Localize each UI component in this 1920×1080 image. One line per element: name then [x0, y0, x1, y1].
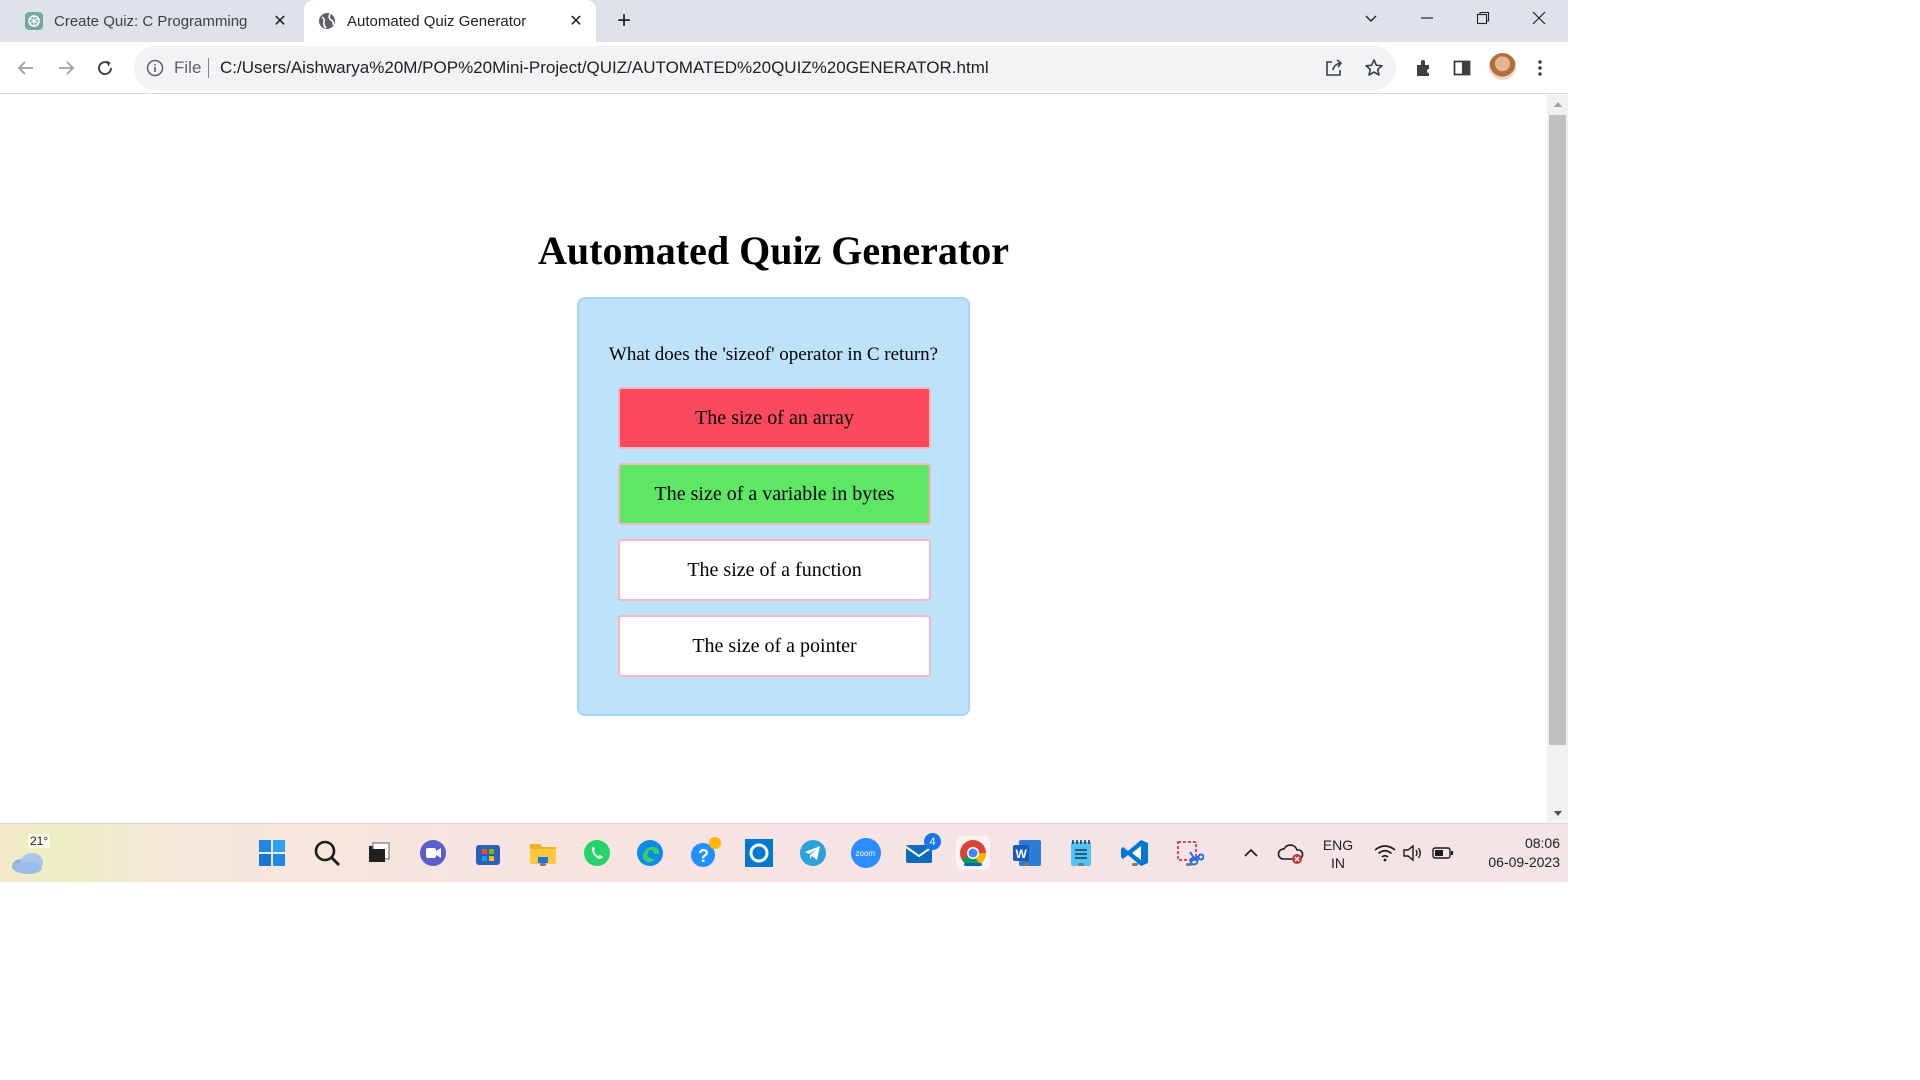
tab-title: Automated Quiz Generator [347, 12, 527, 30]
weather-widget[interactable]: 21° [8, 832, 58, 876]
option-button-3[interactable]: The size of a function [618, 539, 931, 601]
chrome-icon[interactable] [956, 836, 990, 870]
profile-avatar[interactable] [1489, 53, 1516, 80]
word-icon[interactable]: W [1010, 836, 1044, 870]
vertical-scrollbar[interactable] [1547, 95, 1568, 823]
system-clock[interactable]: 08:06 06-09-2023 [1462, 834, 1560, 872]
page-content: Automated Quiz Generator What does the '… [0, 95, 1547, 823]
teams-chat-icon[interactable] [416, 836, 450, 870]
extensions-icon[interactable] [1409, 54, 1437, 82]
search-icon[interactable] [310, 836, 344, 870]
running-indicator [1024, 863, 1030, 866]
new-tab-button[interactable]: + [610, 7, 638, 35]
address-bar[interactable]: File C:/Users/Aishwarya%20M/POP%20Mini-P… [134, 46, 1396, 90]
restore-icon[interactable] [1455, 0, 1511, 36]
running-indicator [540, 863, 546, 866]
start-icon[interactable] [255, 836, 289, 870]
cortana-icon[interactable] [742, 836, 776, 870]
onedrive-error-icon[interactable] [1274, 836, 1308, 870]
option-button-1[interactable]: The size of an array [618, 387, 931, 449]
zoom-icon[interactable]: zoom [849, 836, 883, 870]
windows-taskbar: 21° ? zoom W ENG IN 08:06 06-09-2023 [0, 823, 1568, 882]
quiz-card: What does the 'sizeof' operator in C ret… [577, 297, 970, 716]
browser-toolbar: File C:/Users/Aishwarya%20M/POP%20Mini-P… [0, 42, 1568, 94]
mail-badge: 4 [924, 833, 941, 850]
battery-icon[interactable] [1426, 836, 1460, 870]
weather-temperature: 21° [28, 834, 51, 848]
telegram-icon[interactable] [796, 836, 830, 870]
side-panel-icon[interactable] [1448, 54, 1476, 82]
language-code: ENG [1322, 837, 1354, 853]
close-tab-icon[interactable]: ✕ [564, 9, 588, 33]
word-label: W [1016, 847, 1028, 861]
page-title: Automated Quiz Generator [537, 228, 1009, 273]
info-icon[interactable] [146, 59, 164, 82]
zoom-label: zoom [856, 849, 876, 858]
clock-date: 06-09-2023 [1488, 854, 1560, 870]
chatgpt-icon [25, 12, 43, 30]
active-indicator [964, 863, 982, 866]
forward-icon[interactable] [50, 52, 82, 84]
more-menu-icon[interactable] [1526, 54, 1554, 82]
store-icon[interactable] [471, 836, 505, 870]
share-icon[interactable] [1322, 56, 1346, 80]
scrollbar-thumb[interactable] [1549, 115, 1566, 745]
reload-icon[interactable] [89, 52, 121, 84]
url-text[interactable]: C:/Users/Aishwarya%20M/POP%20Mini-Projec… [220, 58, 989, 78]
input-language[interactable]: ENG IN [1318, 836, 1358, 872]
tab-title: Create Quiz: C Programming [54, 12, 248, 30]
volume-icon[interactable] [1396, 836, 1430, 870]
snipping-tool-icon[interactable] [1172, 836, 1206, 870]
get-help-icon[interactable]: ? [688, 836, 722, 870]
scroll-up-arrow-icon[interactable] [1547, 95, 1568, 113]
tab-search-icon[interactable] [1343, 0, 1399, 36]
tab-create-quiz[interactable]: Create Quiz: C Programming ✕ [0, 0, 300, 42]
divider [208, 58, 209, 78]
close-tab-icon[interactable]: ✕ [268, 9, 292, 33]
show-hidden-icons-chevron-icon[interactable] [1234, 836, 1268, 870]
region-code: IN [1331, 855, 1345, 871]
clock-time: 08:06 [1524, 835, 1560, 851]
scheme-label: File [174, 58, 202, 77]
bookmark-star-icon[interactable] [1362, 56, 1386, 80]
back-icon[interactable] [10, 52, 42, 84]
minimize-icon[interactable] [1399, 0, 1455, 36]
cloud-icon [12, 853, 43, 874]
edge-icon[interactable] [633, 836, 667, 870]
svg-text:?: ? [698, 846, 709, 866]
whatsapp-icon[interactable] [580, 836, 614, 870]
task-view-icon[interactable] [362, 836, 396, 870]
close-window-icon[interactable] [1511, 0, 1567, 36]
vscode-icon[interactable] [1118, 836, 1152, 870]
notepad-icon[interactable] [1064, 836, 1098, 870]
running-indicator [1078, 863, 1084, 866]
option-button-2[interactable]: The size of a variable in bytes [618, 463, 931, 525]
running-indicator [1132, 863, 1138, 866]
tab-strip: Create Quiz: C Programming ✕ Automated Q… [0, 0, 1568, 42]
globe-icon [318, 12, 336, 30]
question-text: What does the 'sizeof' operator in C ret… [608, 344, 939, 365]
scroll-down-arrow-icon[interactable] [1547, 805, 1568, 823]
option-button-4[interactable]: The size of a pointer [618, 615, 931, 677]
running-indicator [1186, 863, 1192, 866]
tab-automated-quiz[interactable]: Automated Quiz Generator ✕ [304, 0, 596, 42]
file-explorer-icon[interactable] [526, 836, 560, 870]
